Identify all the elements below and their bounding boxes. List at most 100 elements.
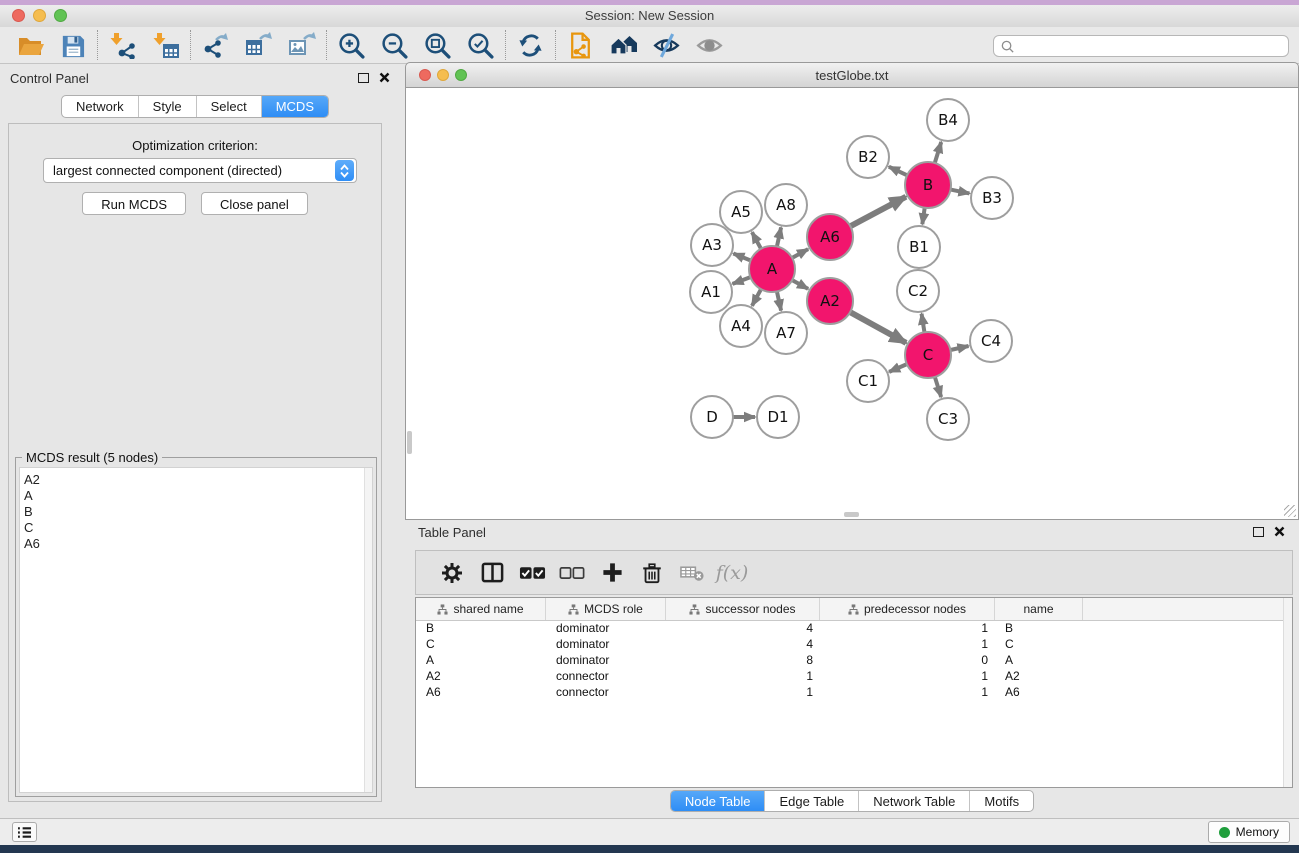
- result-item[interactable]: B: [24, 504, 372, 520]
- tab-network-table[interactable]: Network Table: [859, 791, 970, 811]
- graph-edge-B-B3[interactable]: [951, 190, 970, 194]
- graph-node-A1[interactable]: A1: [690, 271, 732, 313]
- node-table[interactable]: shared nameMCDS rolesuccessor nodesprede…: [415, 597, 1293, 788]
- graph-edge-C-C3[interactable]: [935, 377, 941, 397]
- graph-edge-A-A7[interactable]: [777, 291, 781, 310]
- result-item[interactable]: A2: [24, 472, 372, 488]
- result-item[interactable]: A6: [24, 536, 372, 552]
- graph-node-A6[interactable]: A6: [807, 214, 853, 260]
- export-image-button[interactable]: [280, 28, 323, 62]
- refresh-button[interactable]: [509, 28, 552, 62]
- column-header-MCDS-role[interactable]: MCDS role: [546, 598, 666, 620]
- save-session-button[interactable]: [51, 28, 94, 62]
- graph-node-A2[interactable]: A2: [807, 278, 853, 324]
- column-visibility-button[interactable]: [472, 555, 512, 591]
- graph-edge-A2-C[interactable]: [850, 312, 906, 343]
- graph-node-A5[interactable]: A5: [720, 191, 762, 233]
- graph-node-B3[interactable]: B3: [971, 177, 1013, 219]
- function-builder-button[interactable]: f(x): [712, 555, 752, 591]
- zoom-out-button[interactable]: [373, 28, 416, 62]
- mcds-result-list[interactable]: A2ABCA6: [19, 467, 373, 793]
- graph-edge-A-A4[interactable]: [752, 289, 761, 306]
- graph-edge-C-C1[interactable]: [889, 364, 907, 372]
- graph-edge-A6-B[interactable]: [850, 197, 906, 227]
- graph-node-D1[interactable]: D1: [757, 396, 799, 438]
- table-options-button[interactable]: [432, 555, 472, 591]
- table-panel-float-icon[interactable]: [1253, 527, 1264, 537]
- search-field[interactable]: [993, 35, 1289, 57]
- network-canvas[interactable]: AA1A2A3A4A5A6A7A8BB1B2B3B4CC1C2C3C4DD1: [405, 88, 1299, 520]
- graph-node-A4[interactable]: A4: [720, 305, 762, 347]
- graph-node-B1[interactable]: B1: [898, 226, 940, 268]
- zoom-in-button[interactable]: [330, 28, 373, 62]
- column-header-predecessor-nodes[interactable]: predecessor nodes: [820, 598, 995, 620]
- graph-edge-B-B4[interactable]: [935, 142, 941, 163]
- network-horizontal-scrollbar[interactable]: [844, 512, 859, 517]
- graph-edge-C-C4[interactable]: [950, 346, 968, 350]
- deselect-all-rows-button[interactable]: [552, 555, 592, 591]
- network-window-titlebar[interactable]: testGlobe.txt: [405, 62, 1299, 88]
- table-row[interactable]: Adominator80A: [416, 653, 1292, 669]
- table-scrollbar[interactable]: [1283, 598, 1292, 787]
- graph-edge-A-A8[interactable]: [777, 227, 781, 246]
- graph-node-A8[interactable]: A8: [765, 184, 807, 226]
- import-network-button[interactable]: [101, 28, 144, 62]
- graph-edge-C-C2[interactable]: [922, 314, 925, 333]
- select-all-rows-button[interactable]: [512, 555, 552, 591]
- tab-node-table[interactable]: Node Table: [671, 791, 766, 811]
- graph-edge-B-B1[interactable]: [922, 208, 924, 224]
- graph-node-C3[interactable]: C3: [927, 398, 969, 440]
- tab-style[interactable]: Style: [139, 96, 197, 117]
- graph-edge-A-A1[interactable]: [733, 277, 751, 284]
- graph-node-A7[interactable]: A7: [765, 312, 807, 354]
- result-item[interactable]: A: [24, 488, 372, 504]
- resize-grip-icon[interactable]: [1284, 505, 1296, 517]
- graph-edge-B-B2[interactable]: [889, 167, 907, 176]
- delete-table-button[interactable]: [672, 555, 712, 591]
- graph-edge-A-A2[interactable]: [792, 280, 808, 289]
- tab-motifs[interactable]: Motifs: [970, 791, 1033, 811]
- tab-network[interactable]: Network: [62, 96, 139, 117]
- table-row[interactable]: A2connector11A2: [416, 669, 1292, 685]
- tab-select[interactable]: Select: [197, 96, 262, 117]
- graph-node-C1[interactable]: C1: [847, 360, 889, 402]
- result-list-scrollbar[interactable]: [364, 468, 372, 792]
- search-input[interactable]: [1015, 39, 1288, 53]
- delete-columns-button[interactable]: [632, 555, 672, 591]
- graph-node-B4[interactable]: B4: [927, 99, 969, 141]
- export-network-button[interactable]: [194, 28, 237, 62]
- run-mcds-button[interactable]: Run MCDS: [82, 192, 186, 215]
- column-header-successor-nodes[interactable]: successor nodes: [666, 598, 820, 620]
- table-row[interactable]: Cdominator41C: [416, 637, 1292, 653]
- zoom-fit-button[interactable]: [416, 28, 459, 62]
- table-row[interactable]: Bdominator41B: [416, 621, 1292, 637]
- close-panel-button[interactable]: Close panel: [201, 192, 308, 215]
- graph-node-D[interactable]: D: [691, 396, 733, 438]
- graph-node-C[interactable]: C: [905, 332, 951, 378]
- memory-button[interactable]: Memory: [1208, 821, 1290, 843]
- task-history-button[interactable]: [12, 822, 37, 842]
- network-overview-button[interactable]: [602, 28, 645, 62]
- main-titlebar[interactable]: Session: New Session: [0, 5, 1299, 27]
- network-vertical-scrollbar[interactable]: [407, 431, 412, 454]
- graph-node-A[interactable]: A: [749, 246, 795, 292]
- export-table-button[interactable]: [237, 28, 280, 62]
- hide-details-button[interactable]: [645, 28, 688, 62]
- graph-node-B[interactable]: B: [905, 162, 951, 208]
- column-header-name[interactable]: name: [995, 598, 1083, 620]
- control-panel-float-icon[interactable]: [358, 73, 369, 83]
- graph-node-A3[interactable]: A3: [691, 224, 733, 266]
- open-file-button[interactable]: [8, 28, 51, 62]
- tab-edge-table[interactable]: Edge Table: [765, 791, 859, 811]
- graph-edge-A-A3[interactable]: [733, 254, 750, 261]
- add-column-button[interactable]: [592, 555, 632, 591]
- duplicate-network-button[interactable]: [559, 28, 602, 62]
- import-table-button[interactable]: [144, 28, 187, 62]
- network-graph[interactable]: AA1A2A3A4A5A6A7A8BB1B2B3B4CC1C2C3C4DD1: [406, 88, 1298, 518]
- control-panel-close-icon[interactable]: [379, 72, 390, 83]
- graph-edge-A-A5[interactable]: [752, 232, 761, 249]
- result-item[interactable]: C: [24, 520, 372, 536]
- criterion-select[interactable]: largest connected component (directed): [43, 158, 357, 183]
- column-header-shared-name[interactable]: shared name: [416, 598, 546, 620]
- graph-node-C2[interactable]: C2: [897, 270, 939, 312]
